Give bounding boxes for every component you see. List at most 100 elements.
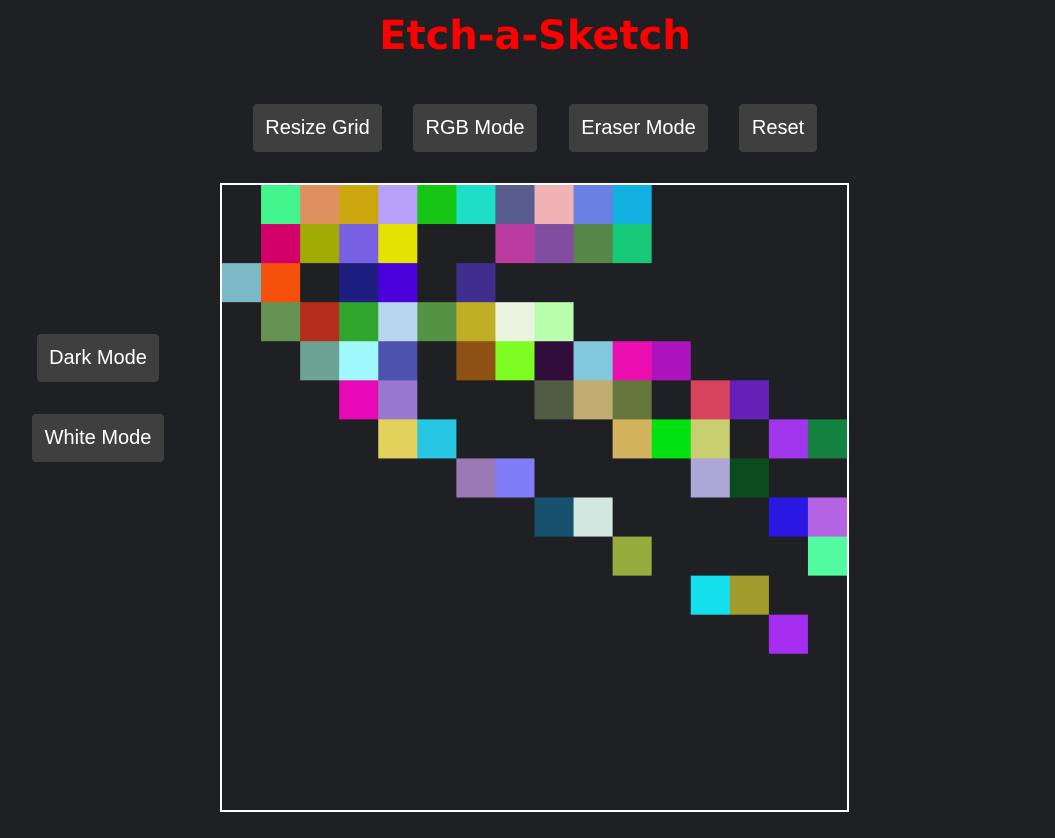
grid-cell[interactable] (651, 458, 692, 498)
grid-cell[interactable] (807, 380, 847, 420)
grid-cell-painted[interactable] (573, 497, 614, 537)
grid-cell[interactable] (261, 458, 301, 498)
grid-cell[interactable] (768, 380, 809, 420)
grid-cell-painted[interactable] (534, 302, 574, 342)
grid-cell[interactable] (651, 731, 692, 772)
grid-cell-painted[interactable] (534, 341, 574, 381)
grid-cell[interactable] (573, 653, 614, 694)
grid-cell[interactable] (495, 692, 535, 733)
grid-cell[interactable] (261, 770, 301, 810)
grid-cell[interactable] (417, 341, 457, 381)
grid-cell-painted[interactable] (612, 419, 653, 459)
grid-cell[interactable] (768, 692, 809, 733)
grid-cell[interactable] (417, 770, 457, 810)
grid-cell[interactable] (768, 302, 809, 342)
grid-cell-painted[interactable] (573, 380, 614, 420)
grid-cell[interactable] (495, 614, 535, 655)
grid-cell[interactable] (651, 614, 692, 655)
grid-cell-painted[interactable] (573, 341, 614, 381)
grid-cell[interactable] (339, 419, 379, 459)
grid-cell[interactable] (768, 653, 809, 694)
grid-cell[interactable] (729, 341, 770, 381)
grid-cell[interactable] (222, 185, 262, 225)
grid-cell-painted[interactable] (495, 458, 535, 498)
grid-cell-painted[interactable] (378, 224, 418, 264)
grid-cell[interactable] (300, 653, 340, 694)
grid-cell[interactable] (495, 536, 535, 577)
grid-cell-painted[interactable] (417, 185, 457, 225)
grid-cell[interactable] (339, 458, 379, 498)
grid-cell[interactable] (768, 185, 809, 225)
grid-cell[interactable] (651, 770, 692, 810)
grid-cell[interactable] (612, 614, 653, 655)
grid-cell[interactable] (729, 224, 770, 264)
grid-cell[interactable] (651, 653, 692, 694)
grid-cell[interactable] (378, 458, 418, 498)
grid-cell[interactable] (807, 614, 847, 655)
grid-cell[interactable] (690, 263, 731, 303)
grid-cell[interactable] (534, 770, 574, 810)
grid-cell[interactable] (417, 458, 457, 498)
grid-cell[interactable] (300, 497, 340, 537)
grid-cell[interactable] (222, 497, 262, 537)
grid-cell[interactable] (339, 770, 379, 810)
grid-cell[interactable] (300, 263, 340, 303)
grid-cell[interactable] (612, 263, 653, 303)
grid-cell-painted[interactable] (612, 380, 653, 420)
grid-cell[interactable] (417, 731, 457, 772)
grid-cell-painted[interactable] (300, 341, 340, 381)
grid-cell[interactable] (222, 692, 262, 733)
grid-cell-painted[interactable] (495, 302, 535, 342)
grid-cell[interactable] (456, 380, 496, 420)
grid-cell[interactable] (456, 497, 496, 537)
grid-cell[interactable] (339, 731, 379, 772)
grid-cell[interactable] (261, 341, 301, 381)
grid-cell-painted[interactable] (690, 458, 731, 498)
grid-cell[interactable] (222, 536, 262, 577)
grid-cell[interactable] (807, 185, 847, 225)
white-mode-button[interactable]: White Mode (32, 414, 164, 462)
grid-cell[interactable] (651, 692, 692, 733)
grid-cell[interactable] (261, 497, 301, 537)
grid-cell[interactable] (417, 497, 457, 537)
rgb-mode-button[interactable]: RGB Mode (413, 104, 537, 152)
grid-cell[interactable] (222, 380, 262, 420)
grid-cell-painted[interactable] (339, 224, 379, 264)
grid-cell[interactable] (651, 224, 692, 264)
grid-cell-painted[interactable] (456, 302, 496, 342)
grid-cell[interactable] (807, 224, 847, 264)
grid-cell-painted[interactable] (534, 224, 574, 264)
grid-cell[interactable] (651, 263, 692, 303)
grid-cell-painted[interactable] (378, 263, 418, 303)
sketch-grid[interactable] (220, 183, 849, 812)
grid-cell[interactable] (612, 302, 653, 342)
grid-cell[interactable] (612, 653, 653, 694)
grid-cell[interactable] (456, 614, 496, 655)
grid-cell-painted[interactable] (261, 224, 301, 264)
grid-cell[interactable] (651, 497, 692, 537)
grid-cell[interactable] (261, 731, 301, 772)
grid-cell[interactable] (339, 692, 379, 733)
grid-cell[interactable] (378, 536, 418, 577)
grid-cell[interactable] (807, 302, 847, 342)
grid-cell[interactable] (729, 497, 770, 537)
grid-cell-painted[interactable] (612, 341, 653, 381)
grid-cell[interactable] (729, 731, 770, 772)
grid-cell[interactable] (534, 419, 574, 459)
grid-cell-painted[interactable] (339, 185, 379, 225)
grid-cell-painted[interactable] (690, 380, 731, 420)
grid-cell[interactable] (651, 380, 692, 420)
grid-cell[interactable] (417, 224, 457, 264)
grid-cell[interactable] (651, 575, 692, 616)
grid-cell-painted[interactable] (573, 185, 614, 225)
grid-cell[interactable] (222, 458, 262, 498)
grid-cell-painted[interactable] (573, 224, 614, 264)
grid-cell[interactable] (729, 614, 770, 655)
grid-cell[interactable] (456, 692, 496, 733)
grid-cell[interactable] (456, 419, 496, 459)
grid-cell[interactable] (495, 653, 535, 694)
grid-cell-painted[interactable] (768, 614, 809, 655)
grid-cell[interactable] (573, 770, 614, 810)
grid-cell[interactable] (417, 614, 457, 655)
grid-cell[interactable] (807, 458, 847, 498)
